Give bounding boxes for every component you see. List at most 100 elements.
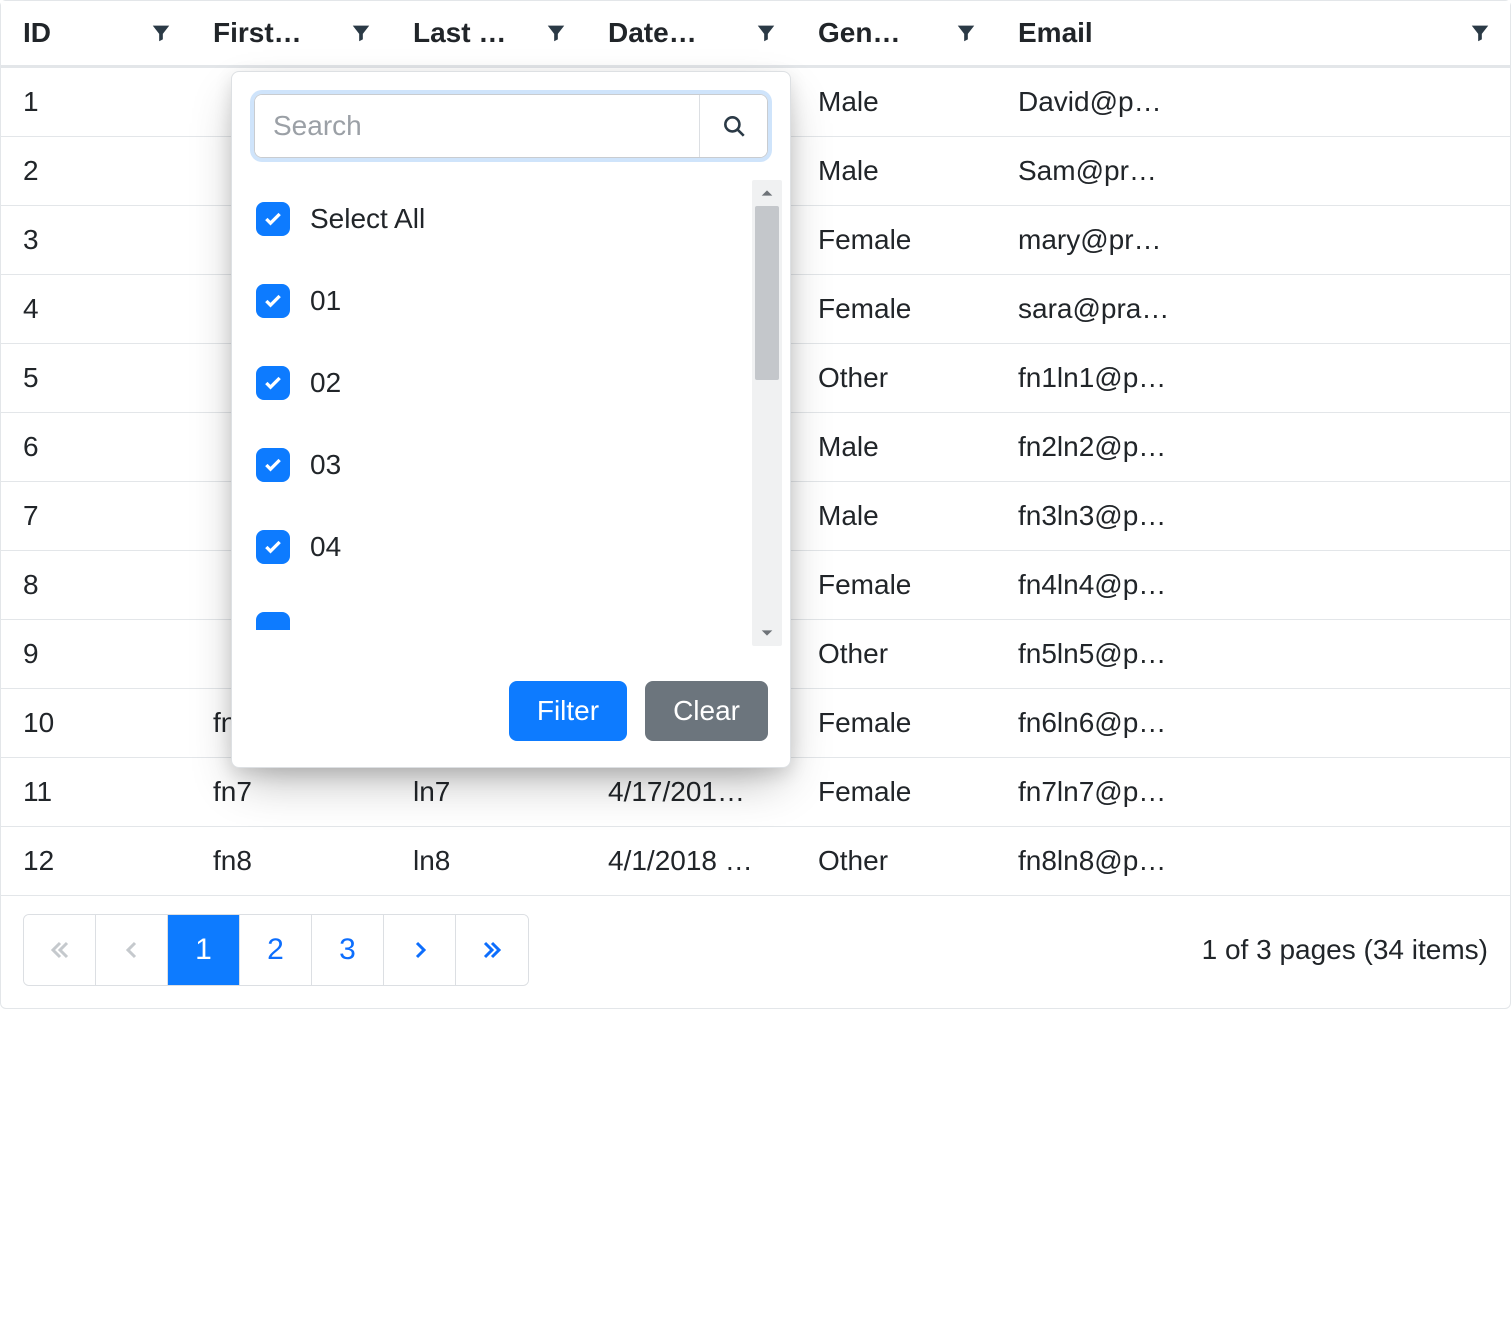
filter-option[interactable]: 04 (254, 506, 784, 588)
column-label: Email (1018, 17, 1093, 49)
search-button[interactable] (699, 95, 767, 157)
column-header-first[interactable]: First… (191, 1, 391, 65)
filter-apply-button[interactable]: Filter (509, 681, 627, 741)
grid-header: ID First… Last … Date… Gen… (1, 1, 1510, 68)
filter-option-label: Select All (310, 203, 425, 235)
cell-first: fn7 (191, 758, 391, 826)
filter-options-list: Select All 01 02 (254, 178, 784, 630)
cell-email: Sam@pr… (996, 137, 1510, 205)
filter-clear-button[interactable]: Clear (645, 681, 768, 741)
checkbox-checked-icon (256, 612, 290, 630)
cell-email: fn5ln5@p… (996, 620, 1510, 688)
pager-next-button[interactable] (384, 915, 456, 985)
filter-option-label: 02 (310, 367, 341, 399)
pager-first-button[interactable] (24, 915, 96, 985)
pager: 1 2 3 (23, 914, 529, 986)
scroll-track[interactable] (752, 206, 782, 620)
cell-id: 4 (1, 275, 191, 343)
column-label: First… (213, 17, 302, 49)
cell-email: fn7ln7@p… (996, 758, 1510, 826)
cell-id: 10 (1, 689, 191, 757)
cell-gender: Other (796, 827, 996, 895)
filter-option-label: 03 (310, 449, 341, 481)
pager-page-2[interactable]: 2 (240, 915, 312, 985)
checkbox-checked-icon (256, 530, 290, 564)
filter-option-partial[interactable] (254, 588, 784, 630)
cell-email: sara@pra… (996, 275, 1510, 343)
filter-option[interactable]: 03 (254, 424, 784, 506)
cell-id: 5 (1, 344, 191, 412)
checkbox-checked-icon (256, 366, 290, 400)
checkbox-checked-icon (256, 202, 290, 236)
column-header-last[interactable]: Last … (391, 1, 586, 65)
table-row[interactable]: 11fn7ln74/17/201…Femalefn7ln7@p… (1, 758, 1510, 827)
cell-id: 8 (1, 551, 191, 619)
checkbox-checked-icon (256, 448, 290, 482)
pager-info: 1 of 3 pages (34 items) (1202, 934, 1488, 966)
filter-option[interactable]: 01 (254, 260, 784, 342)
pager-page-1[interactable]: 1 (168, 915, 240, 985)
cell-gender: Male (796, 137, 996, 205)
scroll-thumb[interactable] (755, 206, 779, 380)
cell-gender: Female (796, 551, 996, 619)
column-label: ID (23, 17, 51, 49)
pager-page-3[interactable]: 3 (312, 915, 384, 985)
cell-gender: Male (796, 482, 996, 550)
filter-popup: Select All 01 02 (231, 71, 791, 768)
cell-date: 4/17/201… (586, 758, 796, 826)
cell-id: 11 (1, 758, 191, 826)
cell-date: 4/1/2018 … (586, 827, 796, 895)
filter-icon[interactable] (545, 22, 567, 44)
filter-search-box (254, 94, 768, 158)
cell-first: fn8 (191, 827, 391, 895)
cell-gender: Other (796, 620, 996, 688)
scroll-up-icon[interactable] (752, 180, 782, 206)
cell-id: 3 (1, 206, 191, 274)
cell-id: 12 (1, 827, 191, 895)
cell-last: ln8 (391, 827, 586, 895)
table-row[interactable]: 12fn8ln84/1/2018 …Otherfn8ln8@p… (1, 827, 1510, 895)
cell-id: 6 (1, 413, 191, 481)
pager-bar: 1 2 3 1 of 3 pages (34 items) (1, 895, 1510, 1008)
cell-email: David@p… (996, 68, 1510, 136)
filter-icon[interactable] (1469, 22, 1491, 44)
cell-gender: Other (796, 344, 996, 412)
cell-gender: Female (796, 206, 996, 274)
cell-id: 9 (1, 620, 191, 688)
cell-email: fn3ln3@p… (996, 482, 1510, 550)
filter-icon[interactable] (755, 22, 777, 44)
cell-id: 1 (1, 68, 191, 136)
filter-icon[interactable] (150, 22, 172, 44)
column-header-gender[interactable]: Gen… (796, 1, 996, 65)
filter-option-label: 04 (310, 531, 341, 563)
filter-scrollbar[interactable] (752, 180, 782, 646)
filter-popup-footer: Filter Clear (232, 652, 790, 767)
column-label: Date… (608, 17, 697, 49)
filter-options-area: Select All 01 02 (232, 174, 784, 652)
column-header-id[interactable]: ID (1, 1, 191, 65)
cell-gender: Male (796, 68, 996, 136)
scroll-down-icon[interactable] (752, 620, 782, 646)
filter-icon[interactable] (350, 22, 372, 44)
cell-gender: Male (796, 413, 996, 481)
filter-option[interactable]: 02 (254, 342, 784, 424)
cell-email: fn8ln8@p… (996, 827, 1510, 895)
cell-email: fn1ln1@p… (996, 344, 1510, 412)
cell-gender: Female (796, 689, 996, 757)
filter-search-input[interactable] (255, 95, 699, 157)
filter-icon[interactable] (955, 22, 977, 44)
cell-gender: Female (796, 275, 996, 343)
cell-last: ln7 (391, 758, 586, 826)
cell-email: fn6ln6@p… (996, 689, 1510, 757)
filter-option-select-all[interactable]: Select All (254, 178, 784, 260)
filter-option-label: 01 (310, 285, 341, 317)
pager-last-button[interactable] (456, 915, 528, 985)
column-header-email[interactable]: Email (996, 1, 1510, 65)
cell-gender: Female (796, 758, 996, 826)
column-header-date[interactable]: Date… (586, 1, 796, 65)
cell-id: 7 (1, 482, 191, 550)
cell-email: fn4ln4@p… (996, 551, 1510, 619)
pager-prev-button[interactable] (96, 915, 168, 985)
filter-search-wrap (232, 72, 790, 174)
cell-email: fn2ln2@p… (996, 413, 1510, 481)
